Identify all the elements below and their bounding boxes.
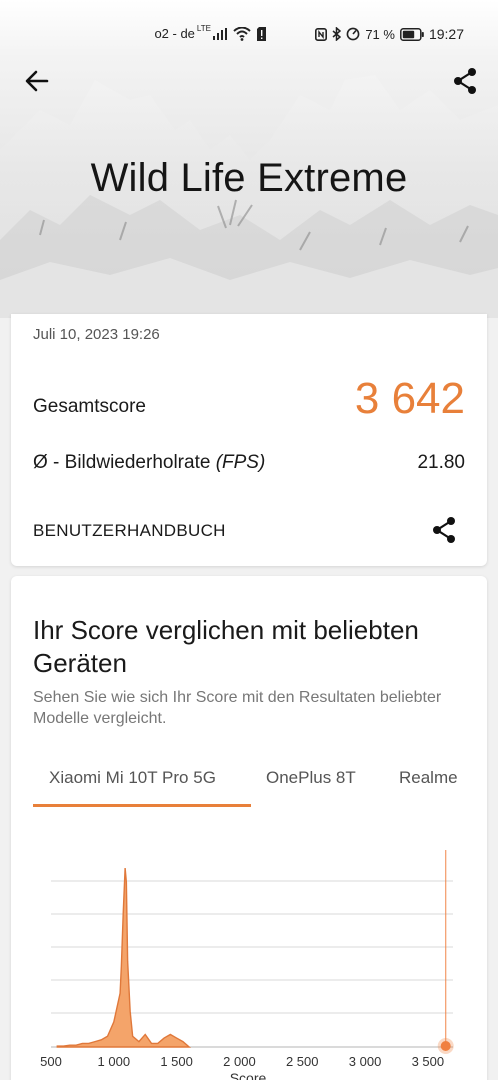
signal-icon xyxy=(213,27,227,40)
total-score-value: 3 642 xyxy=(354,374,465,423)
fps-unit-label: (FPS) xyxy=(215,452,266,473)
battery-percent-label: 71 % xyxy=(365,26,395,42)
clock-label: 19:27 xyxy=(428,26,464,42)
comparison-subtitle: Sehen Sie wie sich Ihr Score mit den Res… xyxy=(33,689,442,727)
x-axis-label: Score xyxy=(230,1070,267,1080)
distribution-area xyxy=(56,867,192,1048)
x-tick-label: 3 000 xyxy=(349,1054,382,1069)
wifi-icon xyxy=(233,26,251,41)
x-tick-label: 2 500 xyxy=(286,1054,319,1069)
total-score-label: Gesamtscore xyxy=(33,396,146,417)
your-score-marker-dot xyxy=(440,1041,451,1051)
x-tick-label: 2 000 xyxy=(223,1054,256,1069)
x-tick-label: 1 500 xyxy=(160,1054,193,1069)
result-date: Juli 10, 2023 19:26 xyxy=(33,326,160,343)
page-title: Wild Life Extreme xyxy=(90,156,408,200)
tab-realme[interactable]: Realme xyxy=(399,768,458,788)
fps-value: 21.80 xyxy=(417,452,465,473)
back-button[interactable] xyxy=(22,66,52,96)
sim-alert-icon xyxy=(257,26,266,41)
tab-oneplus-8t[interactable]: OnePlus 8T xyxy=(266,768,356,788)
score-card: Juli 10, 2023 19:26 Gesamtscore 3 642 Ø … xyxy=(11,314,487,566)
fps-label: Ø - Bildwiederholrate (FPS) xyxy=(33,452,265,474)
x-tick-label: 500 xyxy=(40,1054,62,1069)
data-saver-icon xyxy=(346,27,360,41)
user-manual-link[interactable]: BENUTZERHANDBUCH xyxy=(33,521,226,541)
share-icon xyxy=(433,517,455,543)
share-button[interactable] xyxy=(450,66,480,96)
status-bar: o2 - de LTE 71 % 19:27 xyxy=(0,20,498,48)
arrow-left-icon xyxy=(25,70,49,92)
share-result-button[interactable] xyxy=(429,515,459,545)
active-tab-indicator xyxy=(33,804,251,807)
score-distribution-chart: 500 1 000 1 500 2 000 2 500 3 000 3 500 Score xyxy=(40,850,454,1080)
status-left-group: o2 - de LTE xyxy=(154,24,266,41)
status-right-group: 71 % 19:27 xyxy=(315,26,464,42)
comparison-title: Ihr Score verglichen mit beliebten Gerät… xyxy=(33,615,419,678)
fps-label-text: Ø - Bildwiederholrate xyxy=(33,452,216,473)
header-banner: o2 - de LTE 71 % 19:27 Wild Life Extreme xyxy=(0,0,498,318)
device-tabs: Xiaomi Mi 10T Pro 5G OnePlus 8T Realme xyxy=(33,768,487,808)
carrier-label: o2 - de xyxy=(154,26,195,41)
x-tick-label: 3 500 xyxy=(412,1054,445,1069)
share-icon xyxy=(454,68,476,94)
network-type-label: LTE xyxy=(196,24,211,33)
bluetooth-icon xyxy=(332,27,342,41)
nfc-icon xyxy=(315,27,328,41)
battery-icon xyxy=(400,27,424,41)
x-tick-label: 1 000 xyxy=(98,1054,131,1069)
comparison-card: Ihr Score verglichen mit beliebten Gerät… xyxy=(11,576,487,1080)
tab-xiaomi-mi-10t-pro-5g[interactable]: Xiaomi Mi 10T Pro 5G xyxy=(49,768,216,788)
